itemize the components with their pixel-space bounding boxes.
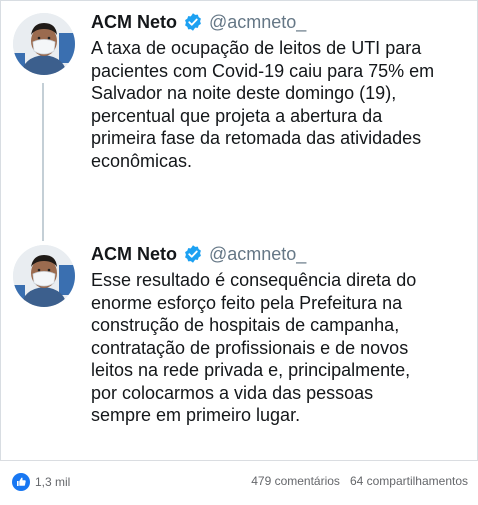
avatar-image [13, 13, 75, 75]
tweet-body: ACM Neto @acmneto_ A taxa de ocupação de… [91, 9, 471, 172]
display-name[interactable]: ACM Neto [91, 244, 177, 265]
user-handle[interactable]: @acmneto_ [209, 244, 306, 265]
verified-badge-icon [185, 13, 201, 31]
tweet-text: A taxa de ocupação de leitos de UTI para… [91, 38, 435, 171]
avatar[interactable] [13, 13, 75, 75]
display-name[interactable]: ACM Neto [91, 12, 177, 33]
post-card: ACM Neto @acmneto_ A taxa de ocupação de… [0, 0, 478, 503]
tweet-text: Esse resultado é consequência direta do … [91, 270, 417, 425]
user-handle[interactable]: @acmneto_ [209, 12, 306, 33]
tweet-header: ACM Neto @acmneto_ [91, 241, 471, 267]
like-reaction-icon [12, 473, 30, 491]
avatar-image [13, 245, 75, 307]
shares-count-link[interactable]: 64 compartilhamentos [350, 474, 468, 488]
comments-count-link[interactable]: 479 comentários [251, 474, 340, 488]
reactions-summary[interactable]: 1,3 mil [12, 473, 70, 491]
tweet-body: ACM Neto @acmneto_ Esse resultado é cons… [91, 241, 471, 427]
post-footer: 1,3 mil 479 comentários 64 compartilhame… [0, 460, 478, 505]
reaction-count: 1,3 mil [35, 475, 71, 489]
thread-connector-line [42, 83, 44, 241]
avatar[interactable] [13, 245, 75, 307]
verified-badge-icon [185, 245, 201, 263]
tweet-header: ACM Neto @acmneto_ [91, 9, 471, 35]
engagement-stats: 479 comentários 64 compartilhamentos [251, 474, 468, 488]
